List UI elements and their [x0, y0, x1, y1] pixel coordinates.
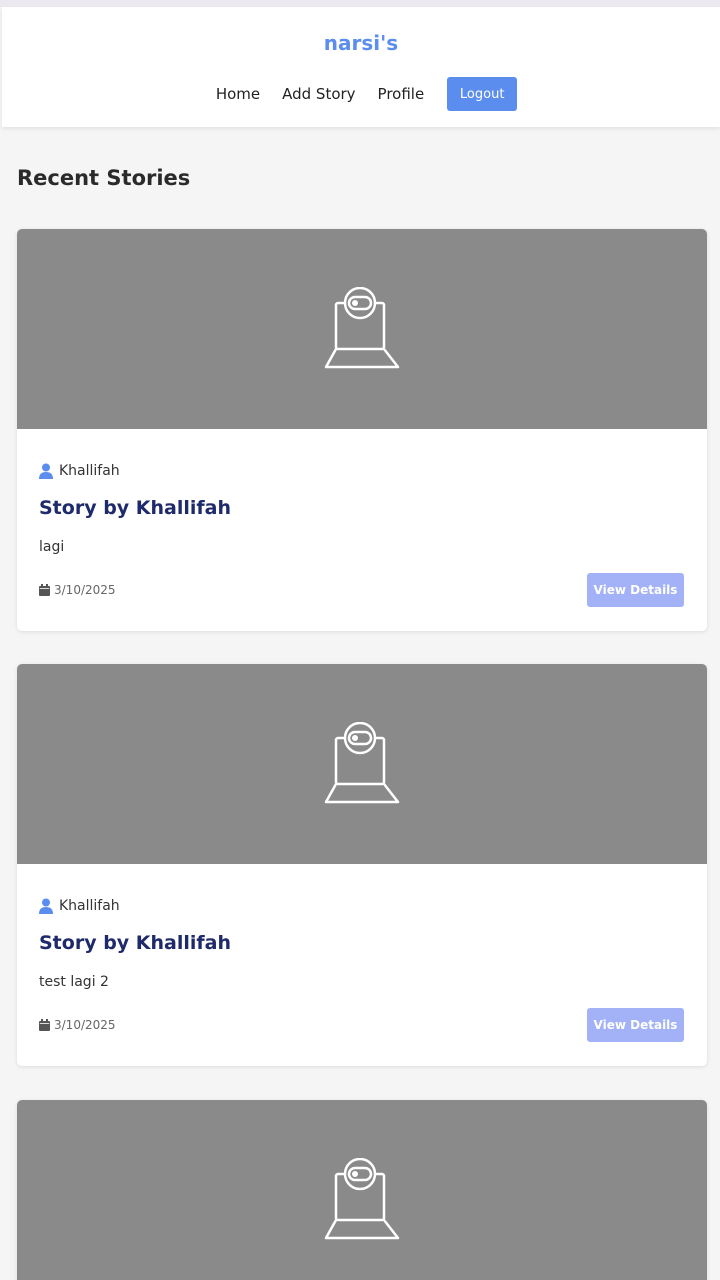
logout-button[interactable]: Logout — [447, 77, 518, 111]
brand-logo[interactable]: narsi's — [2, 31, 720, 55]
story-image-placeholder[interactable] — [17, 229, 707, 429]
webcam-laptop-icon — [324, 722, 400, 804]
user-icon — [39, 898, 53, 914]
story-card — [17, 1100, 707, 1280]
story-author: Khallifah — [39, 463, 120, 479]
view-details-button[interactable]: View Details — [587, 1008, 684, 1042]
date-text: 3/10/2025 — [54, 583, 116, 597]
main-nav: Home Add Story Profile Logout — [2, 77, 720, 111]
user-icon — [39, 463, 53, 479]
section-title: Recent Stories — [17, 166, 191, 190]
view-details-button[interactable]: View Details — [587, 573, 684, 607]
webcam-laptop-icon — [324, 1158, 400, 1240]
site-header: narsi's Home Add Story Profile Logout — [2, 7, 720, 127]
nav-add-story-link[interactable]: Add Story — [271, 77, 366, 111]
author-name: Khallifah — [59, 898, 120, 914]
story-date: 3/10/2025 — [39, 1018, 116, 1032]
calendar-icon — [39, 1019, 50, 1031]
story-date: 3/10/2025 — [39, 583, 116, 597]
calendar-icon — [39, 584, 50, 596]
story-image-placeholder[interactable] — [17, 1100, 707, 1280]
author-name: Khallifah — [59, 463, 120, 479]
top-strip — [0, 0, 720, 7]
story-title: Story by Khallifah — [39, 497, 232, 519]
story-image-placeholder[interactable] — [17, 664, 707, 864]
story-author: Khallifah — [39, 898, 120, 914]
story-title: Story by Khallifah — [39, 932, 232, 954]
story-card: Khallifah Story by Khallifah test lagi 2… — [17, 664, 707, 1066]
nav-profile-link[interactable]: Profile — [367, 77, 436, 111]
story-description: test lagi 2 — [39, 974, 109, 990]
story-description: lagi — [39, 539, 65, 555]
story-card: Khallifah Story by Khallifah lagi 3/10/2… — [17, 229, 707, 631]
webcam-laptop-icon — [324, 287, 400, 369]
date-text: 3/10/2025 — [54, 1018, 116, 1032]
nav-home-link[interactable]: Home — [205, 77, 271, 111]
